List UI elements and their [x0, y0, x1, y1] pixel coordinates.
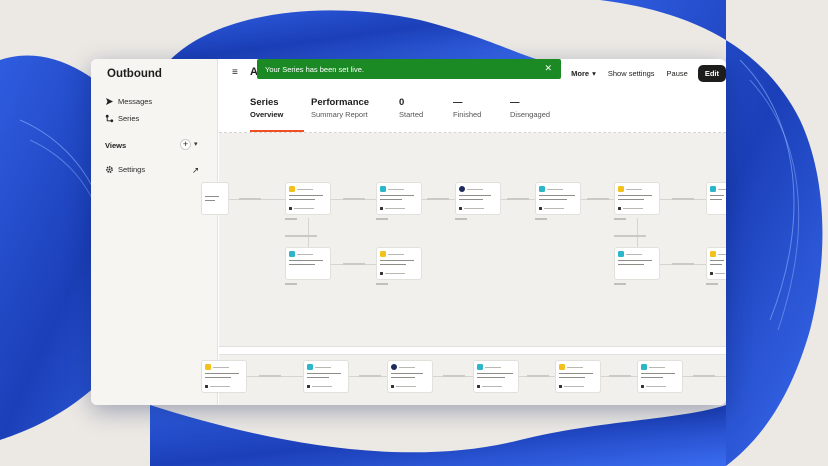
stat-started: 0 Started — [399, 97, 423, 119]
node-tag — [285, 218, 297, 220]
flow-node[interactable] — [637, 360, 683, 393]
main-panel: ≡ A Your Series has been set live. ✕ Mor… — [201, 59, 726, 405]
node-tag — [706, 283, 718, 285]
flow-node[interactable] — [303, 360, 349, 393]
sidebar-item-settings[interactable]: Settings — [105, 165, 145, 174]
sidebar-item-series[interactable]: Series — [105, 114, 139, 123]
branch-line — [308, 218, 309, 248]
canvas-separator — [219, 346, 726, 355]
flow-node[interactable] — [614, 247, 660, 280]
flow-node[interactable] — [376, 182, 422, 215]
connector-label — [672, 198, 694, 200]
node-tag — [614, 218, 626, 220]
tab-title: Performance — [311, 97, 370, 108]
branch-line — [637, 218, 638, 248]
connector-label — [259, 375, 281, 377]
gear-icon — [105, 165, 114, 174]
stat-value: — — [453, 97, 463, 108]
series-icon — [105, 114, 114, 123]
node-tag — [376, 283, 388, 285]
pause-button[interactable]: Pause — [661, 65, 694, 82]
node-tag — [535, 218, 547, 220]
tab-series-overview[interactable]: Series Overview — [250, 97, 283, 119]
external-link-icon[interactable]: ↗ — [192, 165, 199, 176]
flow-node[interactable] — [376, 247, 422, 280]
stat-label: Disengaged — [510, 110, 551, 119]
send-icon — [105, 97, 114, 106]
flow-node[interactable] — [455, 182, 501, 215]
flow-node[interactable] — [201, 360, 247, 393]
flow-node[interactable] — [387, 360, 433, 393]
sidebar-item-label: Messages — [118, 97, 153, 106]
connector-label — [527, 375, 549, 377]
tab-subtitle: Overview — [250, 110, 284, 119]
series-canvas[interactable] — [201, 133, 726, 405]
close-icon[interactable]: ✕ — [544, 63, 552, 74]
connector-label — [359, 375, 381, 377]
flow-node[interactable] — [285, 247, 331, 280]
node-tag — [455, 218, 467, 220]
flow-node[interactable] — [473, 360, 519, 393]
app-window: Outbound Messages Series Views + ▾ Setti… — [91, 59, 726, 405]
sidebar: Outbound Messages Series Views + ▾ Setti… — [91, 59, 218, 405]
connector-label — [343, 263, 365, 265]
branch-label — [614, 235, 646, 237]
toast-message: Your Series has been set live. — [265, 64, 364, 74]
tab-subtitle: Summary Report — [311, 110, 368, 119]
node-tag — [285, 283, 297, 285]
more-label: More — [571, 69, 590, 78]
tab-title: Series — [250, 97, 279, 108]
edit-button[interactable]: Edit — [697, 65, 726, 82]
connector-label — [443, 375, 465, 377]
connector-label — [239, 198, 261, 200]
sidebar-item-label: Settings — [118, 165, 146, 174]
flow-node[interactable] — [706, 247, 726, 280]
sidebar-item-messages[interactable]: Messages — [105, 97, 152, 106]
flow-node[interactable] — [555, 360, 601, 393]
stat-finished: — Finished — [453, 97, 481, 119]
connector-label — [343, 198, 365, 200]
show-settings-button[interactable]: Show settings — [602, 65, 661, 82]
connector-label — [609, 375, 631, 377]
caret-down-icon: ▾ — [592, 69, 596, 78]
flow-node[interactable] — [614, 182, 660, 215]
toolbar: More ▾ Show settings Pause Edit — [565, 65, 726, 82]
add-view-button[interactable]: + — [180, 139, 191, 150]
branch-label — [285, 235, 317, 237]
more-button[interactable]: More ▾ — [565, 65, 602, 82]
sidebar-item-label: Series — [118, 114, 140, 123]
chevron-down-icon[interactable]: ▾ — [194, 140, 198, 148]
brand-logo: Outbound — [107, 68, 162, 80]
flow-node[interactable] — [535, 182, 581, 215]
tab-performance[interactable]: Performance Summary Report — [311, 97, 369, 119]
flow-node[interactable] — [706, 182, 726, 215]
flow-node[interactable] — [201, 182, 229, 215]
stat-label: Finished — [453, 110, 482, 119]
connector-label — [693, 375, 715, 377]
stat-label: Started — [399, 110, 424, 119]
stat-disengaged: — Disengaged — [510, 97, 550, 119]
success-toast: Your Series has been set live. ✕ — [257, 59, 561, 79]
stat-value: — — [510, 97, 520, 108]
connector-label — [507, 198, 529, 200]
node-tag — [376, 218, 388, 220]
views-heading: Views — [105, 141, 127, 150]
connector-label — [427, 198, 449, 200]
menu-icon[interactable]: ≡ — [232, 67, 238, 78]
stat-value: 0 — [399, 97, 405, 108]
flow-node[interactable] — [285, 182, 331, 215]
node-tag — [614, 283, 626, 285]
connector-label — [587, 198, 609, 200]
connector-label — [672, 263, 694, 265]
